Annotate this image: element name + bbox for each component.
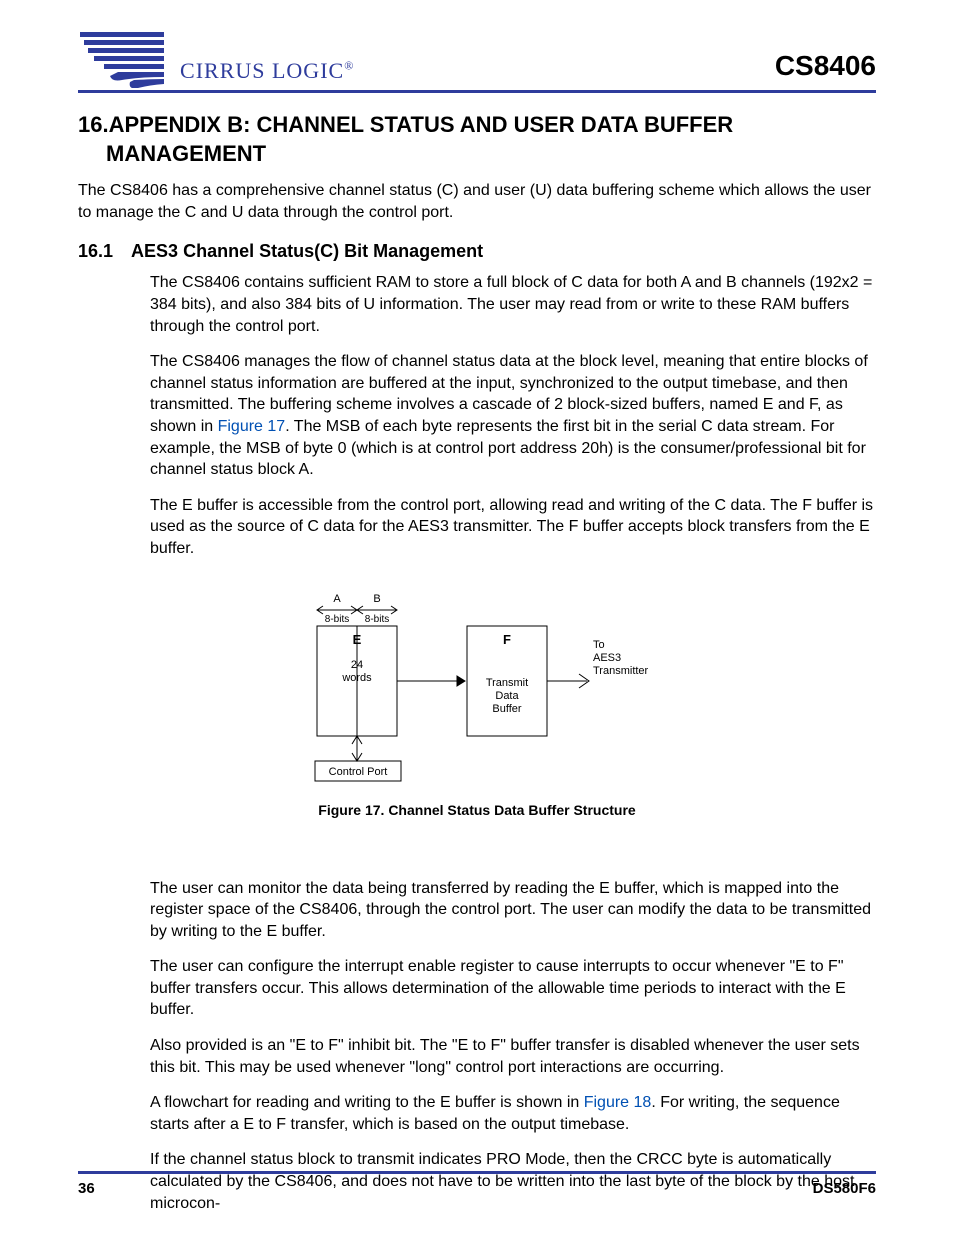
subsection-number: 16.1 — [78, 241, 113, 262]
svg-text:Transmit: Transmit — [486, 677, 528, 689]
body-bottom: The user can monitor the data being tran… — [78, 878, 876, 1215]
page-number: 36 — [78, 1180, 95, 1197]
buffer-diagram: A B 8-bits 8-bits E 24 words F Transmit … — [297, 586, 657, 786]
body-paragraph: The E buffer is accessible from the cont… — [150, 495, 876, 560]
body-paragraph: The user can monitor the data being tran… — [150, 878, 876, 943]
svg-text:8-bits: 8-bits — [325, 614, 349, 625]
svg-text:A: A — [333, 593, 341, 605]
svg-text:Buffer: Buffer — [492, 703, 521, 715]
brand-logo: CIRRUS LOGIC® — [78, 30, 354, 88]
body-paragraph: The CS8406 contains sufficient RAM to st… — [150, 272, 876, 337]
figure-17: A B 8-bits 8-bits E 24 words F Transmit … — [78, 586, 876, 818]
brand-name: CIRRUS LOGIC® — [180, 58, 354, 88]
body-paragraph: A flowchart for reading and writing to t… — [150, 1092, 876, 1135]
subsection-heading: 16.1 AES3 Channel Status(C) Bit Managemen… — [78, 241, 876, 262]
svg-text:B: B — [373, 593, 380, 605]
subsection-title: AES3 Channel Status(C) Bit Management — [131, 241, 483, 261]
page-header: CIRRUS LOGIC® CS8406 — [78, 30, 876, 93]
page-footer: 36 DS580F6 — [78, 1171, 876, 1197]
body-paragraph: The user can configure the interrupt ena… — [150, 956, 876, 1021]
figure-caption: Figure 17. Channel Status Data Buffer St… — [78, 802, 876, 818]
document-id: CS8406 — [775, 50, 876, 88]
svg-text:F: F — [503, 632, 511, 647]
svg-text:Data: Data — [495, 690, 519, 702]
section-number: 16. — [78, 111, 109, 140]
body-paragraph: The CS8406 manages the flow of channel s… — [150, 351, 876, 481]
svg-text:Control Port: Control Port — [329, 766, 388, 778]
svg-text:8-bits: 8-bits — [365, 614, 389, 625]
svg-text:words: words — [341, 672, 372, 684]
body-top: The CS8406 contains sufficient RAM to st… — [78, 272, 876, 559]
svg-text:Transmitter: Transmitter — [593, 665, 649, 677]
figure-reference-link[interactable]: Figure 18 — [584, 1094, 652, 1111]
section-heading: 16.APPENDIX B: CHANNEL STATUS AND USER D… — [78, 111, 876, 168]
svg-text:E: E — [353, 632, 362, 647]
svg-text:24: 24 — [351, 659, 363, 671]
section-title-line1: APPENDIX B: CHANNEL STATUS AND USER DATA… — [109, 112, 734, 137]
intro-paragraph: The CS8406 has a comprehensive channel s… — [78, 180, 876, 223]
figure-reference-link[interactable]: Figure 17 — [218, 418, 286, 435]
body-paragraph: Also provided is an "E to F" inhibit bit… — [150, 1035, 876, 1078]
svg-text:AES3: AES3 — [593, 652, 621, 664]
section-title-line2: MANAGEMENT — [106, 140, 876, 169]
cirrus-logo-icon — [78, 30, 174, 88]
svg-text:To: To — [593, 639, 605, 651]
doc-code: DS580F6 — [813, 1180, 876, 1197]
